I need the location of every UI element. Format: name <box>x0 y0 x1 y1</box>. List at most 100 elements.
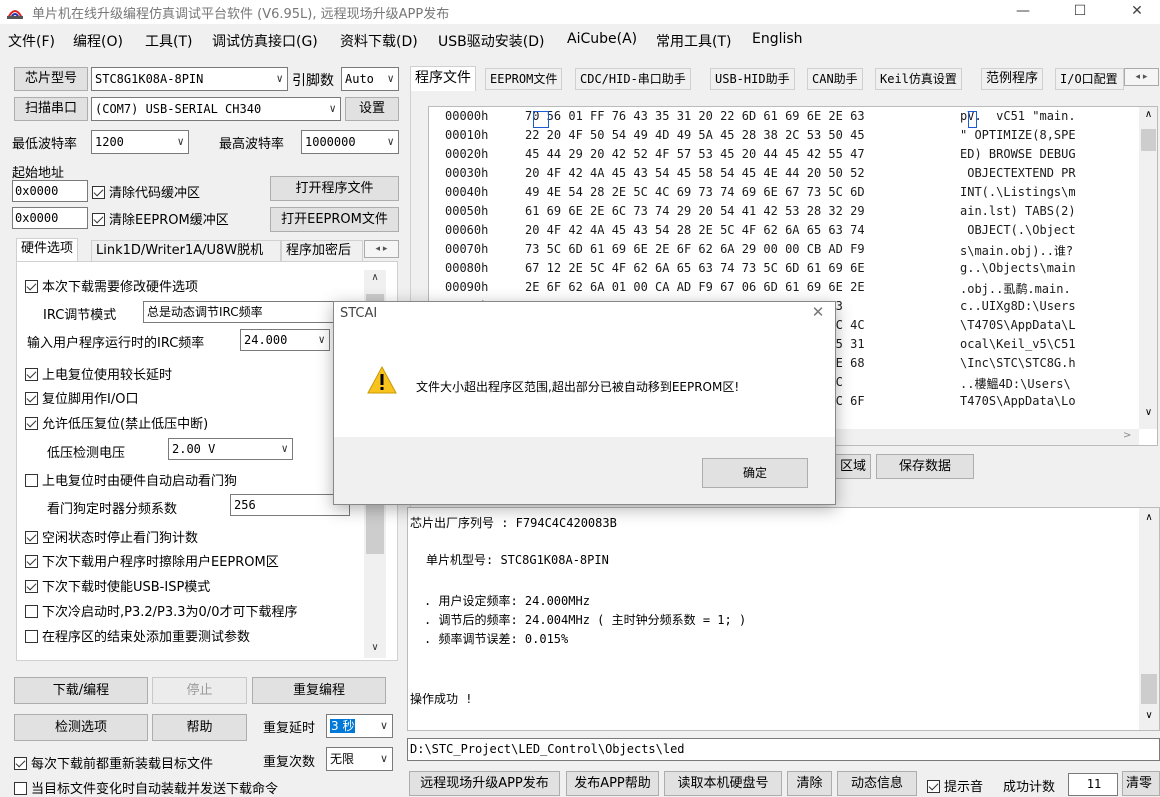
scan-port-button[interactable]: 扫描串口 <box>14 97 88 121</box>
tab-scroll-buttons[interactable]: ◂ ▸ <box>364 240 399 258</box>
beep-label: 提示音 <box>944 780 984 795</box>
menu-program[interactable]: 编程(O) <box>73 31 123 51</box>
tab-hardware-options[interactable]: 硬件选项 <box>16 238 79 262</box>
hw-option-cold-start[interactable]: 下次冷启动时,P3.2/P3.3为0/0才可下载程序 <box>25 601 297 620</box>
dialog-ok-button[interactable]: 确定 <box>702 458 808 488</box>
tab-eeprom-file[interactable]: EEPROM文件 <box>485 68 563 90</box>
scroll-up-icon[interactable]: ∧ <box>1139 512 1159 523</box>
maximize-button[interactable]: ☐ <box>1057 0 1103 24</box>
scroll-down-icon[interactable]: ∨ <box>1139 407 1157 418</box>
eeprom-address-input[interactable]: 0x0000 <box>12 207 88 229</box>
scroll-up-icon[interactable]: ∧ <box>1139 109 1157 120</box>
repeat-delay-select[interactable]: 3 秒 ∨ <box>326 714 393 738</box>
app-icon <box>7 10 23 19</box>
dynamic-info-button[interactable]: 动态信息 <box>837 771 917 796</box>
stop-button[interactable]: 停止 <box>152 677 247 704</box>
settings-button[interactable]: 设置 <box>345 97 399 121</box>
low-voltage-select[interactable]: 2.00 V ∨ <box>168 438 293 460</box>
menu-tools[interactable]: 工具(T) <box>145 31 192 51</box>
repeat-program-button[interactable]: 重复编程 <box>252 677 386 704</box>
clear-log-button[interactable]: 清除 <box>787 771 832 796</box>
clear-eeprom-label: 清除EEPROM缓冲区 <box>109 213 229 228</box>
dialog-close-button[interactable]: ✕ <box>804 303 832 321</box>
chip-model-select[interactable]: STC8G1K08A-8PIN ∨ <box>91 67 288 91</box>
scroll-down-icon[interactable]: ∨ <box>1139 710 1159 721</box>
hw-option-idle-stop-wdt[interactable]: 空闲状态时停止看门狗计数 <box>25 527 198 546</box>
menu-usb-driver[interactable]: USB驱动安装(D) <box>438 31 544 51</box>
message-dialog: STCAI ✕ 文件大小超出程序区范围,超出部分已被自动移到EEPROM区! 确… <box>333 301 836 505</box>
menu-aicube[interactable]: AiCube(A) <box>567 31 637 47</box>
hw-option-erase-eeprom[interactable]: 下次下载用户程序时擦除用户EEPROM区 <box>25 551 279 570</box>
open-eeprom-file-button[interactable]: 打开EEPROM文件 <box>270 207 399 232</box>
pins-value: Auto <box>345 72 374 86</box>
app-help-button[interactable]: 发布APP帮助 <box>566 771 659 796</box>
hex-vertical-scrollbar[interactable]: ∧ ∨ <box>1139 107 1157 429</box>
irc-freq-value: 24.000 <box>244 333 288 347</box>
tab-keil-sim[interactable]: Keil仿真设置 <box>875 68 962 90</box>
menu-file[interactable]: 文件(F) <box>8 31 55 51</box>
scroll-thumb[interactable] <box>1141 674 1157 704</box>
hex-bytes: 49 4E 54 28 2E 5C 4C 69 73 74 69 6E 67 7… <box>525 185 865 199</box>
tab-encryption[interactable]: 程序加密后 <box>281 240 363 262</box>
menu-bar: 文件(F) 编程(O) 工具(T) 调试仿真接口(G) 资料下载(D) USB驱… <box>0 28 1160 52</box>
checkbox-icon <box>25 392 38 405</box>
right-tab-scroll-buttons[interactable]: ◂ ▸ <box>1124 68 1159 86</box>
scroll-right-icon[interactable]: > <box>1123 430 1131 441</box>
log-scrollbar[interactable]: ∧ ∨ <box>1139 508 1159 730</box>
hw-option-modify[interactable]: 本次下载需要修改硬件选项 <box>25 276 198 295</box>
hw-option-reset-io[interactable]: 复位脚用作I/O口 <box>25 388 138 407</box>
hw-option-test-params[interactable]: 在程序区的结束处添加重要测试参数 <box>25 626 250 645</box>
hw-option-watchdog[interactable]: 上电复位时由硬件自动启动看门狗 <box>25 470 237 489</box>
save-data-button[interactable]: 保存数据 <box>876 454 974 479</box>
minimize-button[interactable]: — <box>1000 0 1046 24</box>
chip-model-value: STC8G1K08A-8PIN <box>95 72 204 86</box>
tab-io-config[interactable]: I/O口配置 <box>1055 68 1124 90</box>
watchdog-divider-select[interactable]: 256 <box>230 494 350 516</box>
hex-ascii: ..樓鰮4D:\Users\ <box>960 377 1071 391</box>
tab-usb-hid[interactable]: USB-HID助手 <box>710 68 795 90</box>
port-select[interactable]: (COM7) USB-SERIAL CH340 ∨ <box>91 97 341 121</box>
reload-each-time-checkbox[interactable]: 每次下载前都重新装载目标文件 <box>14 753 213 772</box>
clear-eeprom-checkbox[interactable]: 清除EEPROM缓冲区 <box>92 209 229 228</box>
hw-option-usb-isp[interactable]: 下次下载时使能USB-ISP模式 <box>25 576 210 595</box>
menu-debug[interactable]: 调试仿真接口(G) <box>212 31 318 51</box>
pins-select[interactable]: Auto ∨ <box>341 67 399 91</box>
hw-option-long-delay[interactable]: 上电复位使用较长延时 <box>25 364 172 383</box>
tab-program-file[interactable]: 程序文件 <box>410 66 476 92</box>
menu-common-tools[interactable]: 常用工具(T) <box>656 31 731 51</box>
close-button[interactable]: ✕ <box>1114 0 1160 24</box>
clear-code-checkbox[interactable]: 清除代码缓冲区 <box>92 182 200 201</box>
menu-download[interactable]: 资料下载(D) <box>340 31 418 51</box>
repeat-count-select[interactable]: 无限 ∨ <box>326 747 393 771</box>
scroll-down-icon[interactable]: ∨ <box>364 642 386 653</box>
irc-freq-select[interactable]: 24.000 ∨ <box>240 329 330 351</box>
check-options-button[interactable]: 检测选项 <box>14 714 148 741</box>
chevron-down-icon: ∨ <box>379 752 388 765</box>
read-disk-id-button[interactable]: 读取本机硬盘号 <box>664 771 782 796</box>
remote-upgrade-button[interactable]: 远程现场升级APP发布 <box>409 771 560 796</box>
irc-mode-select[interactable]: 总是动态调节IRC频率 <box>143 301 353 323</box>
hex-ascii: ED) BROWSE DEBUG <box>960 147 1076 161</box>
tab-can[interactable]: CAN助手 <box>807 68 863 90</box>
download-program-button[interactable]: 下载/编程 <box>14 677 148 704</box>
hw-option-low-voltage-reset[interactable]: 允许低压复位(禁止低压中断) <box>25 413 208 432</box>
tab-link1d-writer[interactable]: Link1D/Writer1A/U8W脱机 <box>91 240 281 262</box>
code-address-input[interactable]: 0x0000 <box>12 180 88 202</box>
tab-example-programs[interactable]: 范例程序 <box>981 68 1044 90</box>
help-button[interactable]: 帮助 <box>152 714 247 741</box>
min-baud-label: 最低波特率 <box>12 137 78 152</box>
reset-count-button[interactable]: 清零 <box>1122 771 1160 796</box>
menu-english[interactable]: English <box>752 31 803 47</box>
scroll-up-icon[interactable]: ∧ <box>364 272 386 283</box>
tab-cdc-hid-serial[interactable]: CDC/HID-串口助手 <box>575 68 691 90</box>
beep-checkbox[interactable]: 提示音 <box>927 776 983 795</box>
min-baud-select[interactable]: 1200 ∨ <box>91 130 189 154</box>
chip-model-button[interactable]: 芯片型号 <box>14 67 88 91</box>
low-voltage-value: 2.00 V <box>172 442 216 456</box>
auto-reload-checkbox[interactable]: 当目标文件变化时自动装载并发送下载命令 <box>14 778 278 797</box>
target-path-input[interactable]: D:\STC_Project\LED_Control\Objects\led <box>407 738 1160 761</box>
max-baud-select[interactable]: 1000000 ∨ <box>301 130 399 154</box>
open-program-file-button[interactable]: 打开程序文件 <box>270 176 399 201</box>
hex-address: 00070h <box>445 242 489 256</box>
scroll-thumb[interactable] <box>1141 129 1156 151</box>
